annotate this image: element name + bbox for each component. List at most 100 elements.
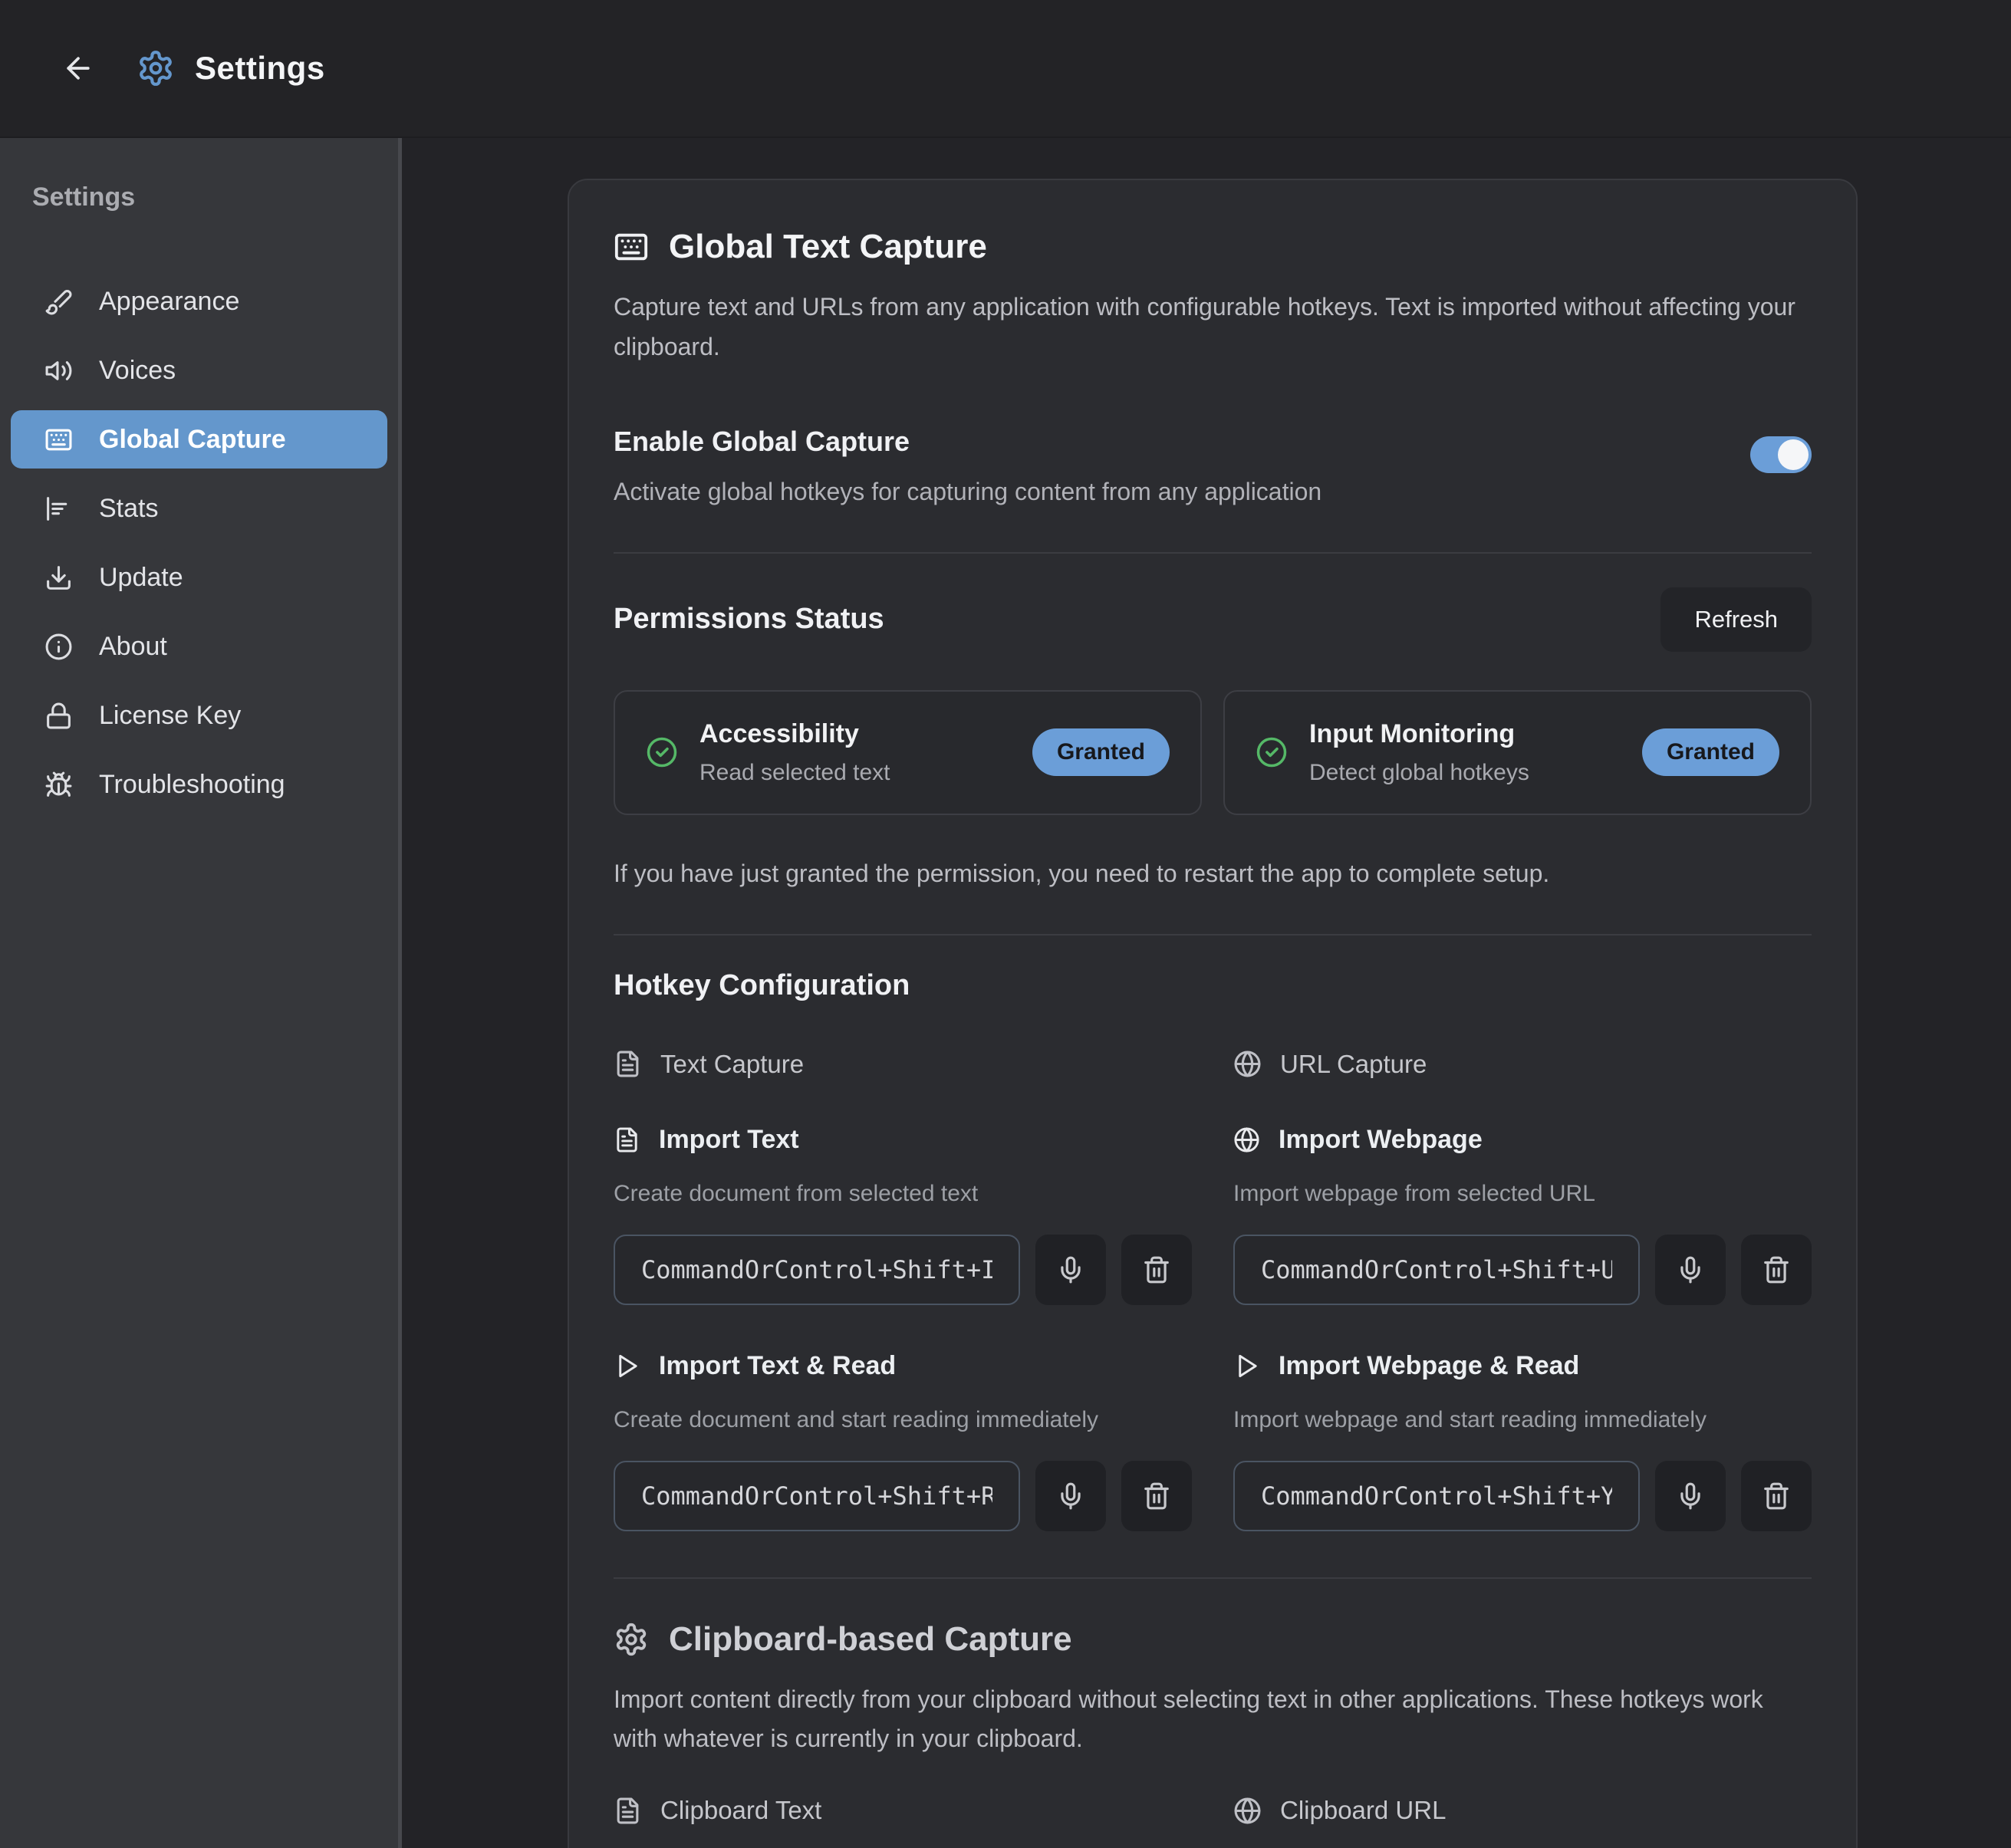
paintbrush-icon xyxy=(44,288,73,316)
mic-icon xyxy=(1056,1255,1085,1284)
section-description: Capture text and URLs from any applicati… xyxy=(614,288,1812,367)
document-icon xyxy=(614,1797,642,1825)
sidebar-item-global-capture[interactable]: Global Capture xyxy=(11,410,387,469)
hotkey-grid: Text Capture Import Text Create document… xyxy=(614,1050,1812,1531)
play-icon xyxy=(614,1353,640,1379)
sidebar-item-license-key[interactable]: License Key xyxy=(11,686,387,745)
globe-icon xyxy=(1233,1050,1262,1078)
divider xyxy=(614,934,1812,936)
delete-hotkey-button[interactable] xyxy=(1741,1235,1812,1305)
enable-global-capture-label: Enable Global Capture xyxy=(614,426,1750,458)
divider xyxy=(614,552,1812,554)
play-icon xyxy=(1233,1353,1260,1379)
record-hotkey-button[interactable] xyxy=(1655,1461,1726,1531)
import-webpage-read-hotkey-input[interactable] xyxy=(1233,1461,1640,1531)
check-circle-icon xyxy=(646,736,678,768)
status-badge: Granted xyxy=(1032,728,1170,776)
document-icon xyxy=(614,1126,640,1153)
import-text-read-group: Import Text & Read Create document and s… xyxy=(614,1351,1192,1531)
permission-description: Read selected text xyxy=(699,760,1011,786)
topbar: Settings xyxy=(0,0,2011,138)
sidebar-item-about[interactable]: About xyxy=(11,617,387,676)
trash-icon xyxy=(1762,1255,1791,1284)
global-capture-card: Global Text Capture Capture text and URL… xyxy=(568,179,1858,1848)
restart-note: If you have just granted the permission,… xyxy=(614,860,1812,888)
info-icon xyxy=(44,633,73,661)
import-text-hotkey-input[interactable] xyxy=(614,1235,1020,1305)
url-capture-column: URL Capture Import Webpage Import webpag… xyxy=(1233,1050,1812,1531)
section-title: Clipboard-based Capture xyxy=(669,1620,1072,1659)
refresh-button[interactable]: Refresh xyxy=(1660,587,1812,652)
delete-hotkey-button[interactable] xyxy=(1121,1235,1192,1305)
globe-icon xyxy=(1233,1797,1262,1825)
toggle-knob xyxy=(1778,439,1809,470)
document-icon xyxy=(614,1050,642,1078)
delete-hotkey-button[interactable] xyxy=(1121,1461,1192,1531)
sidebar: Settings Appearance Voices Global Captur… xyxy=(0,138,402,1848)
back-button[interactable] xyxy=(55,45,101,91)
enable-global-capture-row: Enable Global Capture Activate global ho… xyxy=(614,426,1812,506)
clipboard-capture-header: Clipboard-based Capture xyxy=(614,1620,1812,1659)
keyboard-icon xyxy=(614,229,649,265)
trash-icon xyxy=(1762,1481,1791,1511)
import-text-group: Import Text Create document from selecte… xyxy=(614,1125,1192,1305)
sidebar-item-appearance[interactable]: Appearance xyxy=(11,272,387,330)
enable-global-capture-description: Activate global hotkeys for capturing co… xyxy=(614,478,1750,506)
hotkey-configuration-header: Hotkey Configuration xyxy=(614,969,1812,1002)
check-circle-icon xyxy=(1256,736,1288,768)
mic-icon xyxy=(1676,1255,1705,1284)
record-hotkey-button[interactable] xyxy=(1655,1235,1726,1305)
clipboard-url-column: Clipboard URL Import Clipboard Webpage I… xyxy=(1233,1796,1812,1848)
permissions-status-header: Permissions Status Refresh xyxy=(614,587,1812,652)
import-webpage-hotkey-input[interactable] xyxy=(1233,1235,1640,1305)
permission-cards: Accessibility Read selected text Granted… xyxy=(614,690,1812,815)
import-webpage-read-group: Import Webpage & Read Import webpage and… xyxy=(1233,1351,1812,1531)
record-hotkey-button[interactable] xyxy=(1035,1235,1106,1305)
main-content: Global Text Capture Capture text and URL… xyxy=(402,138,2011,1848)
lock-icon xyxy=(44,702,73,730)
bar-chart-icon xyxy=(44,495,73,523)
clipboard-text-column-header: Clipboard Text xyxy=(614,1796,1192,1825)
sidebar-item-update[interactable]: Update xyxy=(11,548,387,607)
bug-icon xyxy=(44,771,73,799)
arrow-left-icon xyxy=(61,51,95,85)
trash-icon xyxy=(1142,1255,1171,1284)
permission-description: Detect global hotkeys xyxy=(1309,760,1621,786)
mic-icon xyxy=(1056,1481,1085,1511)
divider xyxy=(614,1577,1812,1579)
sidebar-header: Settings xyxy=(11,182,387,212)
permissions-status-title: Permissions Status xyxy=(614,603,884,636)
speaker-icon xyxy=(44,357,73,385)
trash-icon xyxy=(1142,1481,1171,1511)
record-hotkey-button[interactable] xyxy=(1035,1461,1106,1531)
clipboard-text-column: Clipboard Text Import Clipboard Text Cre… xyxy=(614,1796,1192,1848)
text-capture-column: Text Capture Import Text Create document… xyxy=(614,1050,1192,1531)
hotkey-configuration-title: Hotkey Configuration xyxy=(614,969,910,1002)
status-badge: Granted xyxy=(1642,728,1779,776)
permission-name: Accessibility xyxy=(699,719,1011,749)
clipboard-url-column-header: Clipboard URL xyxy=(1233,1796,1812,1825)
global-text-capture-header: Global Text Capture xyxy=(614,228,1812,266)
permission-name: Input Monitoring xyxy=(1309,719,1621,749)
sidebar-item-stats[interactable]: Stats xyxy=(11,479,387,538)
input-monitoring-permission-card: Input Monitoring Detect global hotkeys G… xyxy=(1223,690,1812,815)
sidebar-item-troubleshooting[interactable]: Troubleshooting xyxy=(11,755,387,814)
enable-global-capture-toggle[interactable] xyxy=(1750,436,1812,473)
keyboard-icon xyxy=(44,426,73,454)
sidebar-item-voices[interactable]: Voices xyxy=(11,341,387,400)
settings-window: Settings Settings Appearance Voices Glob… xyxy=(0,0,2011,1848)
sidebar-nav: Appearance Voices Global Capture Stats U… xyxy=(11,272,387,814)
import-text-read-hotkey-input[interactable] xyxy=(614,1461,1020,1531)
section-title: Global Text Capture xyxy=(669,228,987,266)
section-description: Import content directly from your clipbo… xyxy=(614,1680,1812,1760)
delete-hotkey-button[interactable] xyxy=(1741,1461,1812,1531)
url-capture-column-header: URL Capture xyxy=(1233,1050,1812,1079)
accessibility-permission-card: Accessibility Read selected text Granted xyxy=(614,690,1202,815)
settings-gear-icon xyxy=(137,49,175,87)
clipboard-grid: Clipboard Text Import Clipboard Text Cre… xyxy=(614,1796,1812,1848)
download-icon xyxy=(44,564,73,592)
globe-icon xyxy=(1233,1126,1260,1153)
gear-icon xyxy=(614,1622,649,1657)
page-title: Settings xyxy=(195,50,325,87)
import-webpage-group: Import Webpage Import webpage from selec… xyxy=(1233,1125,1812,1305)
